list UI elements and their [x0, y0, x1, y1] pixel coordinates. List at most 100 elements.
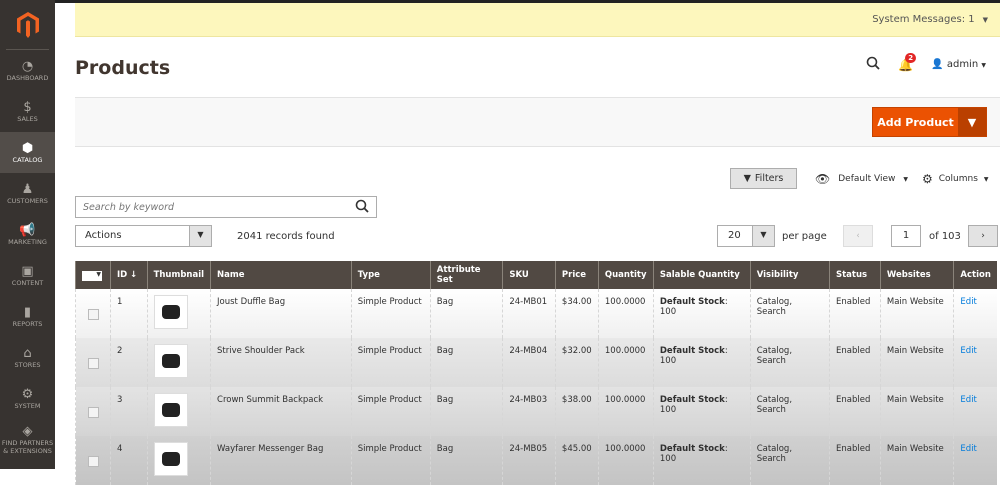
- mass-select-checkbox[interactable]: ▼: [82, 271, 102, 281]
- chevron-down-icon: ▼: [752, 226, 774, 246]
- sidebar-item-label: MARKETING: [8, 237, 47, 246]
- column-header[interactable]: Attribute Set: [429, 261, 503, 289]
- column-header[interactable]: Type: [350, 261, 431, 289]
- cell-websites: Main Website: [879, 289, 954, 338]
- column-header[interactable]: Salable Quantity: [652, 261, 751, 289]
- stock-label: Default Stock: [659, 395, 725, 405]
- cell-visibility: Catalog, Search: [749, 436, 830, 485]
- sidebar-item-content[interactable]: ▣ CONTENT: [0, 255, 55, 296]
- dashboard-icon: ◔: [21, 58, 34, 74]
- person-icon: ♟: [21, 181, 34, 197]
- cell-websites: Main Website: [879, 436, 954, 485]
- view-label: Default View: [838, 174, 896, 184]
- sidebar-item-system[interactable]: ⚙ SYSTEM: [0, 378, 55, 419]
- product-thumbnail[interactable]: [153, 295, 188, 329]
- column-header[interactable]: SKU: [502, 261, 556, 289]
- per-page-select[interactable]: 20 ▼: [717, 225, 775, 247]
- edit-link[interactable]: Edit: [960, 346, 976, 356]
- sidebar-item-dashboard[interactable]: ◔ DASHBOARD: [0, 50, 55, 91]
- sidebar-item-catalog[interactable]: ⬢ CATALOG: [0, 132, 55, 173]
- edit-link[interactable]: Edit: [960, 395, 976, 405]
- cell-visibility: Catalog, Search: [749, 338, 830, 387]
- sidebar-item-label: SALES: [17, 114, 38, 123]
- sidebar-item-sales[interactable]: $ SALES: [0, 91, 55, 132]
- mass-select-header[interactable]: ▼: [75, 261, 111, 289]
- sidebar: ◔ DASHBOARD $ SALES ⬢ CATALOG ♟ CUSTOMERS 📢 MARKE…: [0, 0, 55, 469]
- stock-label: Default Stock: [659, 346, 725, 356]
- sidebar-item-customers[interactable]: ♟ CUSTOMERS: [0, 173, 55, 214]
- actions-value: Actions: [85, 230, 122, 241]
- sidebar-item-find[interactable]: ◈ FIND PARTNERS & EXTENSIONS: [0, 419, 55, 460]
- column-header[interactable]: Websites: [879, 261, 954, 289]
- sidebar-item-marketing[interactable]: 📢 MARKETING: [0, 214, 55, 255]
- actions-select[interactable]: Actions ▼: [75, 225, 212, 247]
- search-icon[interactable]: [866, 56, 880, 73]
- columns-selector[interactable]: ⚙ Columns ▼: [922, 172, 989, 186]
- columns-label: Columns: [938, 174, 978, 184]
- row-checkbox[interactable]: [88, 358, 99, 369]
- cell-websites: Main Website: [879, 338, 954, 387]
- gear-icon: ⚙: [922, 172, 933, 186]
- product-thumbnail[interactable]: [153, 344, 188, 378]
- view-selector[interactable]: 👁 Default View ▼: [815, 172, 908, 186]
- add-product-dropdown-toggle[interactable]: ▼: [958, 108, 986, 136]
- sidebar-item-reports[interactable]: ▮ REPORTS: [0, 296, 55, 337]
- sidebar-item-label: CUSTOMERS: [7, 196, 48, 205]
- magento-logo[interactable]: [6, 0, 49, 50]
- cell-type: Simple Product: [350, 436, 431, 485]
- product-thumbnail[interactable]: [153, 442, 188, 476]
- next-page-button[interactable]: ›: [968, 225, 998, 247]
- cell-salable-quantity: Default Stock: 100: [652, 289, 751, 338]
- notifications-button[interactable]: 🔔 2: [898, 52, 917, 72]
- system-messages-bar[interactable]: System Messages: 1 ▼: [75, 3, 1000, 37]
- add-product-button[interactable]: Add Product ▼: [872, 107, 987, 137]
- cell-sku: 24-MB01: [502, 289, 556, 338]
- row-checkbox[interactable]: [88, 407, 99, 418]
- table-row[interactable]: 4 Wayfarer Messenger Bag Simple Product Bag…: [75, 436, 997, 485]
- previous-page-button[interactable]: ‹: [843, 225, 873, 247]
- user-menu[interactable]: 👤 admin ▼: [931, 59, 986, 70]
- cell-status: Enabled: [829, 289, 881, 338]
- edit-link[interactable]: Edit: [960, 297, 976, 307]
- cell-salable-quantity: Default Stock: 100: [652, 436, 751, 485]
- user-name: admin: [946, 59, 979, 70]
- cell-salable-quantity: Default Stock: 100: [652, 387, 751, 436]
- bar-chart-icon: ▮: [23, 304, 32, 320]
- add-product-label[interactable]: Add Product: [873, 108, 958, 136]
- sidebar-item-label: CONTENT: [11, 278, 44, 287]
- cell-sku: 24-MB05: [502, 436, 556, 485]
- column-header[interactable]: Quantity: [597, 261, 654, 289]
- sidebar-item-label: FIND PARTNERS & EXTENSIONS: [1, 438, 54, 455]
- table-row[interactable]: 1 Joust Duffle Bag Simple Product Bag 24-MB0…: [75, 289, 997, 338]
- column-header[interactable]: ID ↓: [109, 261, 148, 289]
- column-header[interactable]: Visibility: [749, 261, 830, 289]
- cell-type: Simple Product: [350, 338, 431, 387]
- chevron-down-icon: ▼: [189, 226, 211, 246]
- edit-link[interactable]: Edit: [960, 444, 976, 454]
- per-page-label: per page: [782, 231, 827, 242]
- filters-button[interactable]: ▼ Filters: [730, 168, 797, 189]
- column-header[interactable]: Price: [554, 261, 599, 289]
- cell-visibility: Catalog, Search: [749, 387, 830, 436]
- page-input[interactable]: 1: [891, 225, 921, 247]
- search-icon[interactable]: [355, 199, 369, 216]
- cell-websites: Main Website: [879, 387, 954, 436]
- cell-price: $38.00: [554, 387, 599, 436]
- column-header[interactable]: Name: [210, 261, 352, 289]
- cell-attribute-set: Bag: [429, 436, 503, 485]
- search-input[interactable]: [83, 201, 333, 213]
- product-thumbnail[interactable]: [153, 393, 188, 427]
- row-checkbox[interactable]: [88, 309, 99, 320]
- sidebar-item-label: SYSTEM: [14, 401, 41, 410]
- cell-quantity: 100.0000: [597, 387, 654, 436]
- table-row[interactable]: 3 Crown Summit Backpack Simple Product Bag 2…: [75, 387, 997, 436]
- cell-id: 2: [109, 338, 148, 387]
- column-header[interactable]: Status: [829, 261, 881, 289]
- sidebar-item-stores[interactable]: ⌂ STORES: [0, 337, 55, 378]
- column-header[interactable]: Thumbnail: [146, 261, 211, 289]
- column-header[interactable]: Action: [953, 261, 997, 289]
- table-row[interactable]: 2 Strive Shoulder Pack Simple Product Bag 24…: [75, 338, 997, 387]
- cell-id: 1: [109, 289, 148, 338]
- row-checkbox[interactable]: [88, 456, 99, 467]
- dollar-icon: $: [23, 99, 32, 115]
